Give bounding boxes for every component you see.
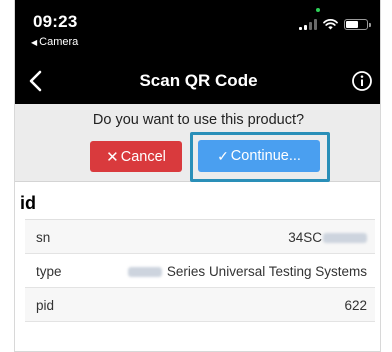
table-row: sn 34SC xyxy=(25,220,375,254)
info-circle-icon[interactable] xyxy=(350,69,374,93)
redacted-text xyxy=(127,267,162,278)
cellular-signal-icon xyxy=(299,19,317,30)
row-value: Series Universal Testing Systems xyxy=(127,264,367,279)
checkmark-icon: ✓ xyxy=(217,147,229,164)
table-row: type Series Universal Testing Systems xyxy=(25,254,375,288)
continue-label: Continue... xyxy=(230,148,301,164)
back-app-label: Camera xyxy=(39,36,79,48)
cancel-button[interactable]: ✕ Cancel xyxy=(90,141,182,172)
section-heading: id xyxy=(20,193,36,213)
back-to-camera-link[interactable]: ◀ Camera xyxy=(31,36,78,48)
row-value: 622 xyxy=(344,298,367,313)
row-key: sn xyxy=(36,230,51,245)
value-text: 34SC xyxy=(288,230,322,245)
camera-in-use-indicator-icon xyxy=(316,8,320,12)
wifi-icon xyxy=(323,19,338,30)
system-indicators xyxy=(299,18,371,30)
phone-screen: 09:23 ◀ Camera Scan QR Code Do you want t xyxy=(14,0,381,352)
continue-button[interactable]: ✓ Continue... xyxy=(198,140,320,172)
navigation-bar: Scan QR Code xyxy=(15,58,380,104)
back-triangle-icon: ◀ xyxy=(31,38,38,47)
page-title: Scan QR Code xyxy=(139,71,258,90)
cancel-label: Cancel xyxy=(120,148,166,165)
row-value: 34SC xyxy=(288,230,367,245)
redacted-text xyxy=(323,233,367,244)
confirmation-panel: Do you want to use this product? ✕ Cancel… xyxy=(15,104,380,182)
product-info-table: sn 34SC type Series Universal Testing Sy… xyxy=(25,219,375,322)
status-bar: 09:23 ◀ Camera xyxy=(15,0,380,58)
battery-icon xyxy=(344,19,371,30)
confirmation-question: Do you want to use this product? xyxy=(92,112,305,128)
value-text: Series Universal Testing Systems xyxy=(166,264,367,279)
status-time: 09:23 xyxy=(33,12,78,31)
close-icon: ✕ xyxy=(106,148,119,166)
row-key: type xyxy=(36,264,62,279)
table-row: pid 622 xyxy=(25,288,375,322)
row-key: pid xyxy=(36,298,55,313)
